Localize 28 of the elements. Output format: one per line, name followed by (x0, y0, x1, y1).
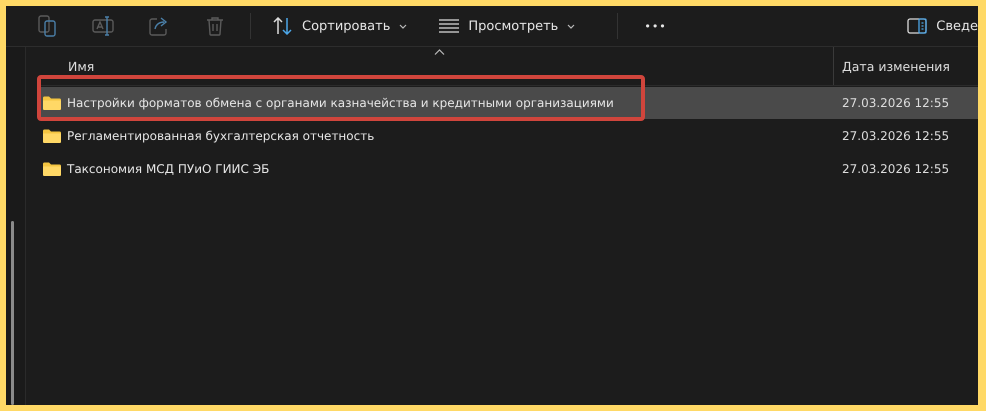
file-name: Таксономия МСД ПУиО ГИИС ЭБ (67, 162, 270, 176)
list-icon (439, 19, 460, 33)
folder-icon (43, 162, 61, 176)
date-modified: 27.03.2026 12:55 (841, 129, 950, 143)
details-pane-icon (907, 18, 928, 34)
file-name: Настройки форматов обмена с органами казначейства и кредитными организациями (67, 96, 614, 110)
folder-row[interactable]: Таксономия МСД ПУиО ГИИС ЭБ 27.03.2026 12:55 (38, 153, 978, 185)
date-column-header[interactable]: Дата изменения (834, 47, 978, 85)
sort-icon (273, 17, 293, 35)
folder-row[interactable]: Настройки форматов обмена с органами казначейства и кредитными организациями 27.03.2026 12:55 (38, 87, 978, 119)
copy-icon (37, 15, 57, 37)
more-button[interactable]: ••• (638, 16, 673, 36)
view-button[interactable]: Просмотреть (431, 14, 584, 38)
chevron-down-icon (399, 24, 408, 28)
date-modified: 27.03.2026 12:55 (841, 96, 950, 110)
date-modified: 27.03.2026 12:55 (841, 162, 950, 176)
delete-icon (206, 16, 224, 36)
rename-icon (92, 16, 114, 36)
name-column-header[interactable]: Имя (38, 47, 834, 85)
sort-button[interactable]: Сортировать (265, 13, 416, 39)
scrollbar[interactable] (11, 221, 14, 405)
details-button[interactable]: Сведе (899, 14, 978, 38)
chevron-down-icon (567, 24, 576, 28)
share-icon (149, 16, 169, 36)
folder-icon (43, 96, 61, 110)
folder-icon (43, 129, 61, 143)
folder-row[interactable]: Регламентированная бухгалтерская отчетность 27.03.2026 12:55 (38, 120, 978, 152)
file-name: Регламентированная бухгалтерская отчетность (67, 129, 374, 143)
